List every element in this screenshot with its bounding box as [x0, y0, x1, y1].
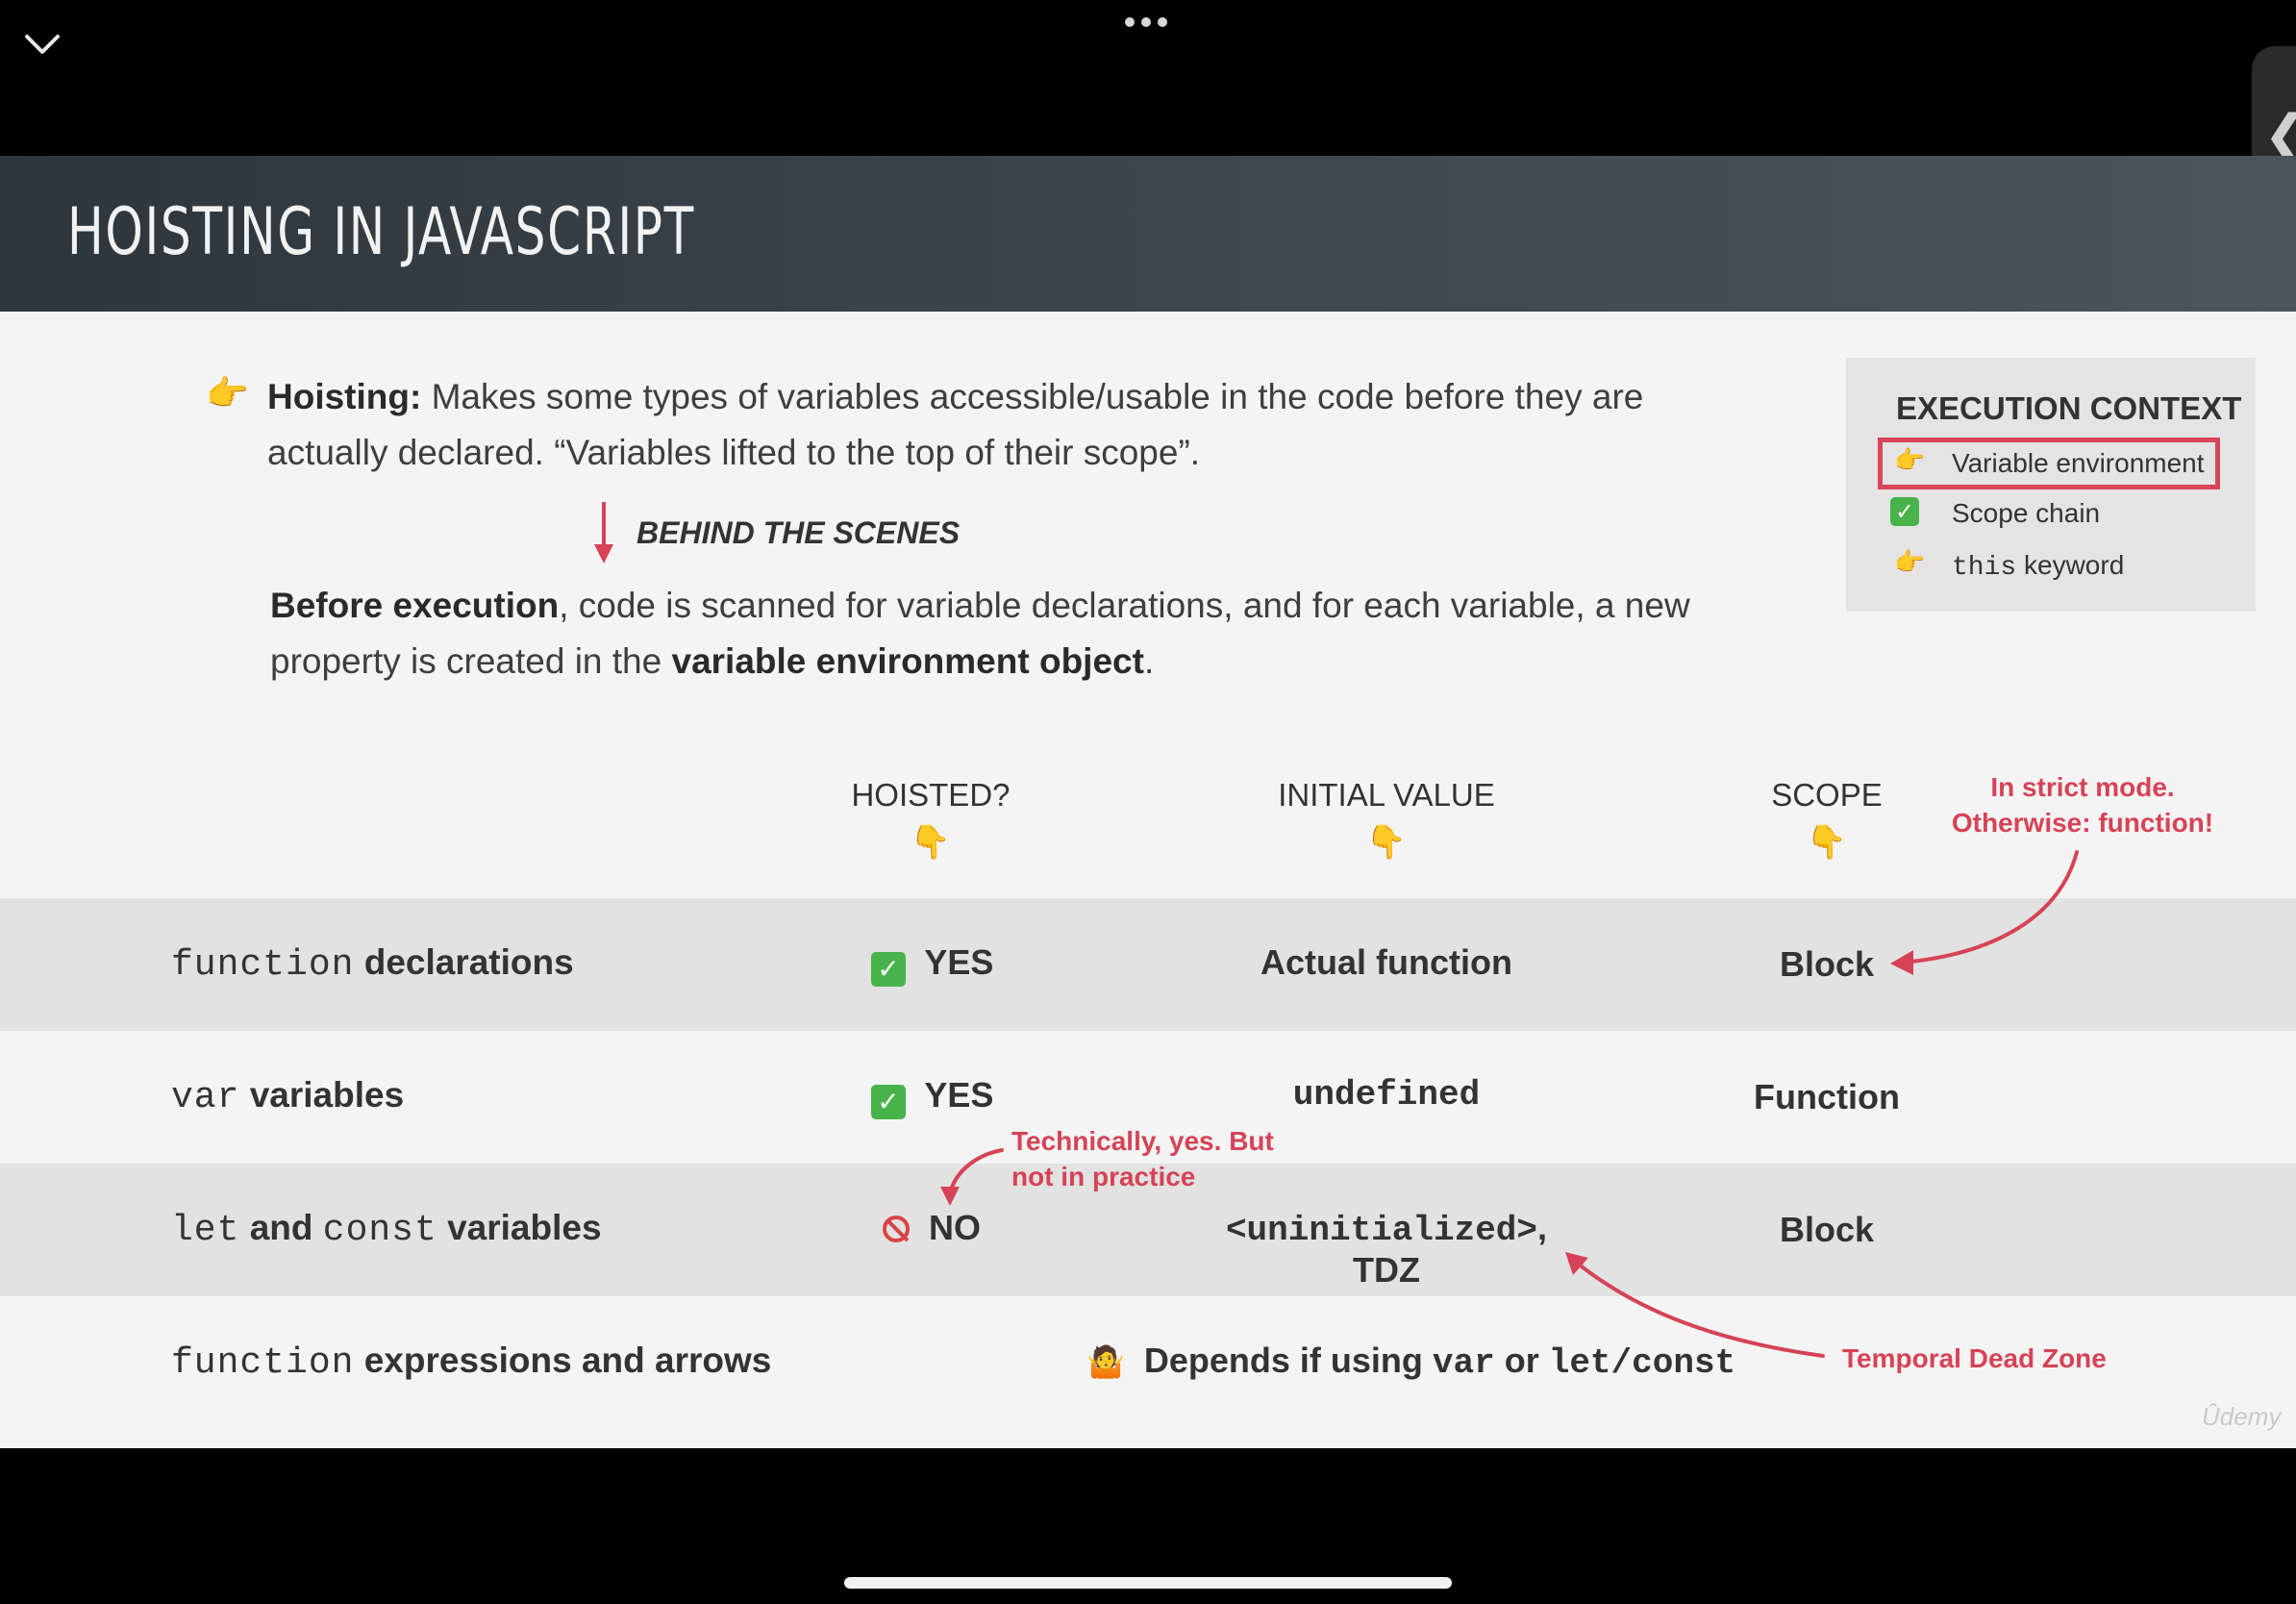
- home-indicator[interactable]: [844, 1577, 1452, 1589]
- strict-arrow: [1909, 850, 2079, 964]
- annotation-arrows: [940, 850, 2079, 1358]
- arrowhead: [1565, 1252, 1588, 1275]
- udemy-watermark: Ûdemy: [2202, 1402, 2282, 1431]
- arrowhead: [940, 1187, 960, 1206]
- tdz-arrow: [1571, 1258, 1825, 1358]
- more-options-icon[interactable]: [1125, 17, 1171, 29]
- chevron-down-icon[interactable]: [21, 29, 63, 60]
- lecture-slide: HOISTING IN JAVASCRIPT 👉 Hoisting: Makes…: [0, 156, 2296, 1448]
- arrowhead: [1890, 950, 1913, 975]
